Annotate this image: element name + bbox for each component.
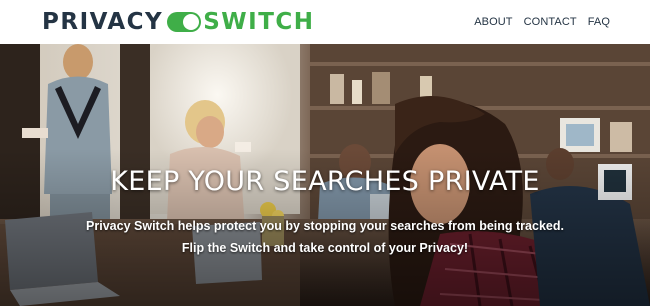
- nav-link-about[interactable]: ABOUT: [474, 16, 512, 28]
- main-nav: ABOUT CONTACT FAQ: [474, 0, 610, 44]
- hero-title: KEEP YOUR SEARCHES PRIVATE: [110, 166, 540, 197]
- site-header: PRIVACY SWITCH ABOUT CONTACT FAQ: [0, 0, 650, 44]
- hero-subtitle-line1: Privacy Switch helps protect you by stop…: [86, 219, 564, 233]
- site-logo[interactable]: PRIVACY SWITCH: [42, 7, 315, 37]
- nav-link-faq[interactable]: FAQ: [588, 16, 610, 28]
- nav-link-contact[interactable]: CONTACT: [524, 16, 577, 28]
- toggle-knob: [183, 14, 200, 30]
- page: PRIVACY SWITCH ABOUT CONTACT FAQ KEEP YO…: [0, 0, 650, 306]
- hero-subtitle-line2: Flip the Switch and take control of your…: [181, 241, 469, 255]
- hero-banner: KEEP YOUR SEARCHES PRIVATE Privacy Switc…: [0, 44, 650, 306]
- logo-text-privacy: PRIVACY: [42, 9, 164, 35]
- logo-text-switch: SWITCH: [203, 9, 315, 35]
- toggle-switch-icon: [167, 12, 202, 32]
